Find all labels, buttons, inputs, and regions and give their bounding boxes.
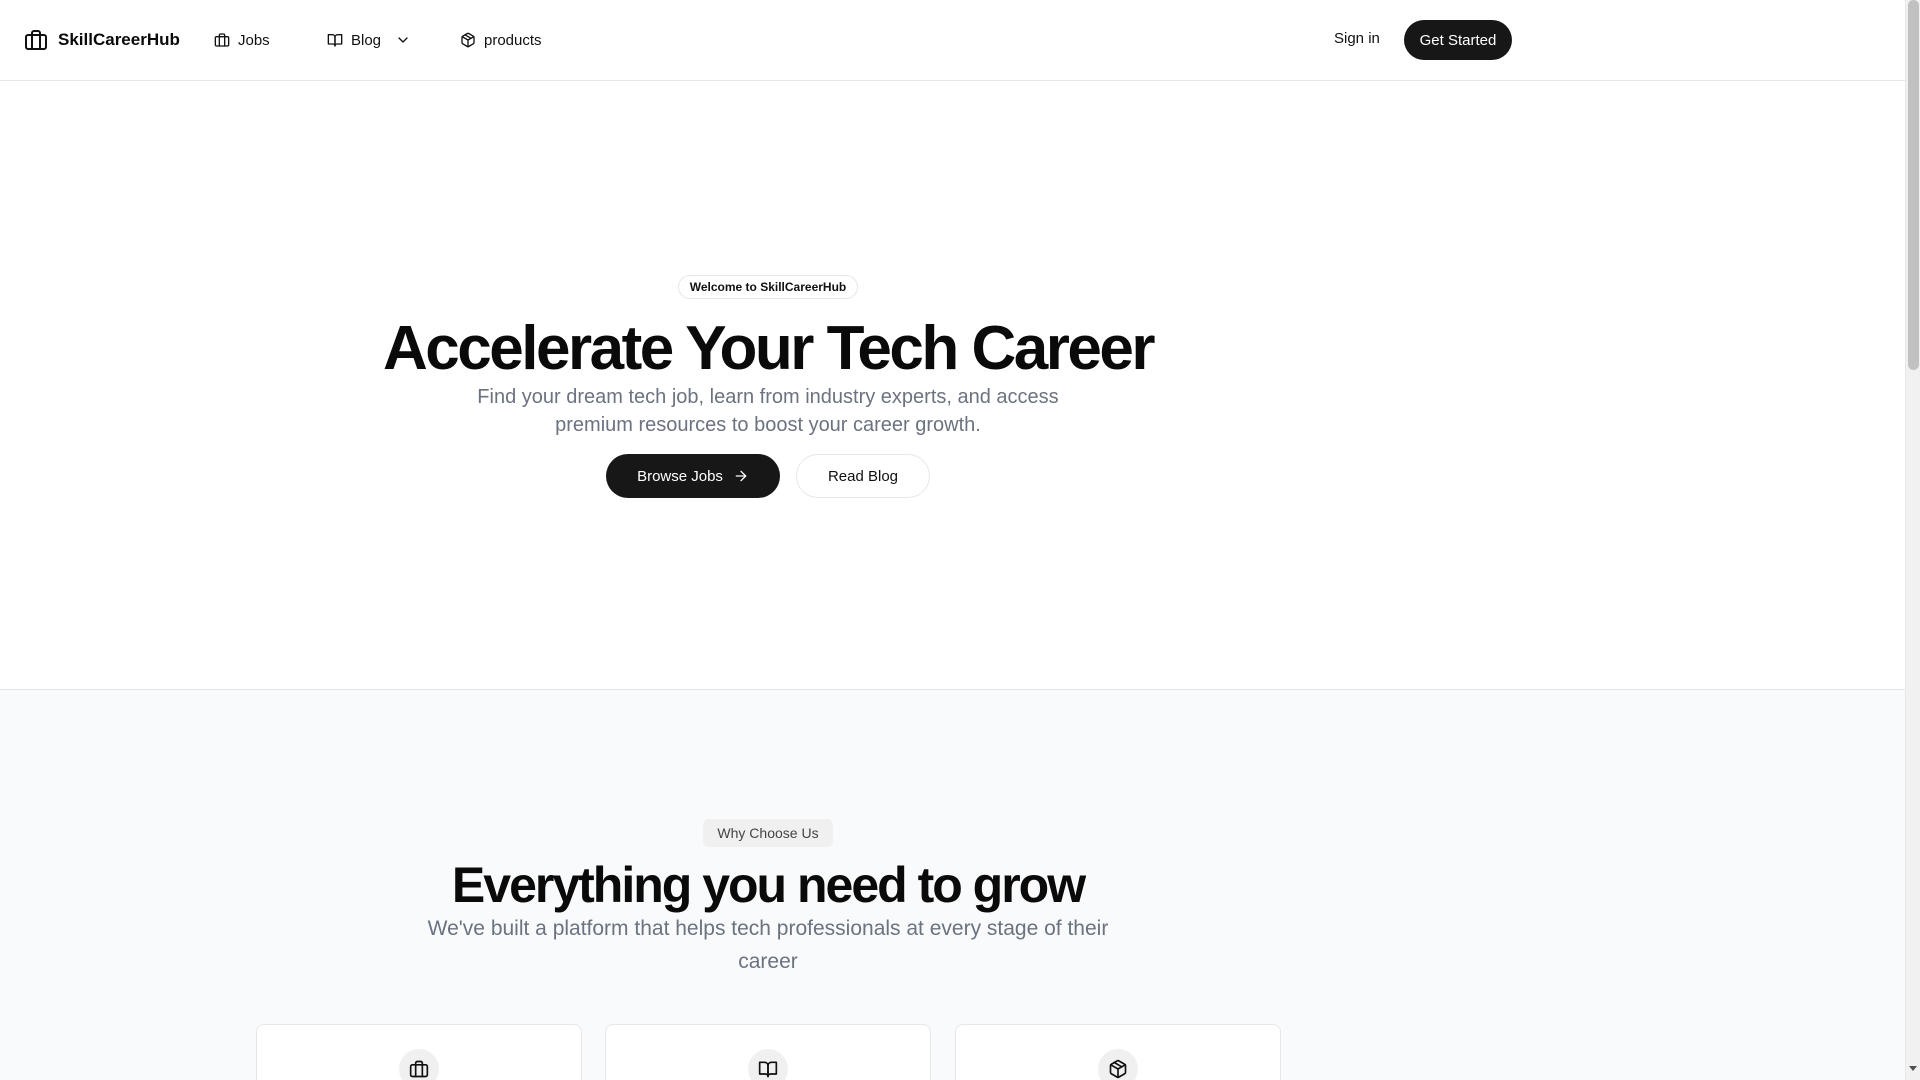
feature-card-blog <box>605 1024 931 1080</box>
chevron-down-icon <box>398 37 408 43</box>
feature-icon-wrapper <box>399 1049 439 1080</box>
features-subtitle: We've built a platform that helps tech p… <box>427 917 1109 973</box>
brand-name: SkillCareerHub <box>58 30 180 49</box>
nav-blog-label: Blog <box>351 31 382 49</box>
section-tag: Why Choose Us <box>703 819 833 847</box>
browse-jobs-button[interactable]: Browse Jobs <box>606 454 780 498</box>
vertical-scrollbar[interactable] <box>1905 0 1920 1080</box>
features-title: Everything you need to grow <box>451 857 1086 913</box>
feature-icon-wrapper <box>748 1049 788 1080</box>
package-icon <box>1109 1059 1127 1079</box>
feature-card-products <box>955 1024 1281 1080</box>
nav-products-label: products <box>484 31 542 49</box>
scroll-down-arrow-icon[interactable] <box>1909 1066 1917 1071</box>
scrollbar-thumb[interactable] <box>1908 0 1919 370</box>
hero-section: Welcome to SkillCareerHub Accelerate You… <box>0 81 1905 690</box>
site-header: SkillCareerHub Jobs Blog products Sign i… <box>0 0 1905 81</box>
nav-jobs[interactable]: Jobs <box>214 29 270 51</box>
feature-card-jobs <box>256 1024 582 1080</box>
book-open-icon <box>327 34 343 47</box>
hero-title: Accelerate Your Tech Career <box>383 314 1155 383</box>
book-open-icon <box>758 1061 778 1078</box>
briefcase-icon <box>214 33 230 47</box>
nav-blog-dropdown[interactable]: Blog <box>327 29 411 51</box>
get-started-button[interactable]: Get Started <box>1404 20 1512 60</box>
briefcase-icon <box>409 1060 429 1078</box>
brand-logo[interactable]: SkillCareerHub <box>24 27 180 53</box>
read-blog-button[interactable]: Read Blog <box>796 454 930 498</box>
feature-icon-wrapper <box>1098 1049 1138 1080</box>
nav-products[interactable]: products <box>460 29 542 51</box>
briefcase-icon <box>25 30 47 50</box>
page: SkillCareerHub Jobs Blog products Sign i… <box>0 0 1905 1080</box>
package-icon <box>461 32 475 48</box>
features-section: Why Choose Us Everything you need to gro… <box>0 690 1905 1080</box>
browse-jobs-label: Browse Jobs <box>637 467 723 485</box>
hero-subtitle: Find your dream tech job, learn from ind… <box>477 386 1059 436</box>
welcome-badge: Welcome to SkillCareerHub <box>678 275 858 299</box>
sign-in-link[interactable]: Sign in <box>1334 30 1380 47</box>
nav-jobs-label: Jobs <box>238 31 270 49</box>
arrow-right-icon <box>735 470 747 482</box>
